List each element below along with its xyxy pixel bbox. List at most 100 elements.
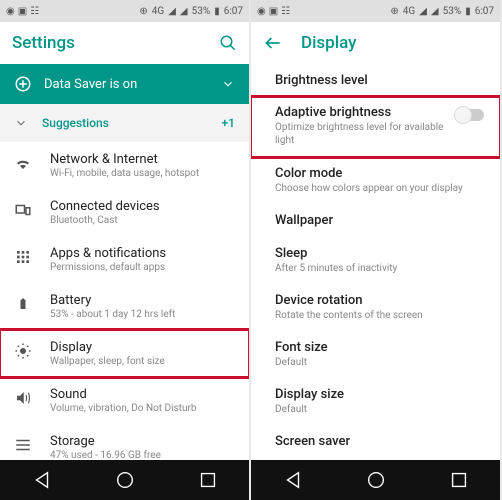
- back-icon[interactable]: [263, 33, 283, 53]
- item-title: Font size: [275, 340, 484, 355]
- item-title: Battery: [50, 293, 235, 308]
- item-title: Device rotation: [275, 293, 484, 308]
- data-saver-icon: [14, 75, 32, 93]
- signal-icon: ◢: [431, 6, 439, 17]
- chevron-down-icon: [14, 116, 28, 130]
- list-item-apps[interactable]: Apps & notificationsPermissions, default…: [0, 236, 249, 283]
- list-item-display-size[interactable]: Display size Default: [251, 378, 500, 425]
- item-sub: 53% - about 1 day 12 hrs left: [50, 309, 235, 320]
- page-title: Settings: [12, 33, 219, 53]
- suggestions-count: +1: [222, 116, 235, 130]
- back-button[interactable]: [282, 469, 304, 491]
- clock: 6:07: [475, 6, 494, 17]
- sound-icon: [14, 389, 32, 407]
- banner-text: Data Saver is on: [44, 77, 137, 92]
- data-saver-icon: ⊕: [139, 6, 147, 17]
- list-item-sleep[interactable]: Sleep After 5 minutes of inactivity: [251, 237, 500, 284]
- item-title: Network & Internet: [50, 152, 235, 167]
- battery-icon: [14, 295, 32, 313]
- item-title: Wallpaper: [275, 213, 484, 228]
- notification-icon: ▣: [18, 6, 27, 17]
- item-title: Screen saver: [275, 434, 484, 449]
- item-sub: After 5 minutes of inactivity: [275, 262, 484, 275]
- list-item-wallpaper[interactable]: Wallpaper: [251, 204, 500, 237]
- item-title: Adaptive brightness: [275, 105, 456, 120]
- app-bar: Display: [251, 22, 500, 64]
- list-item-screensaver[interactable]: Screen saver: [251, 425, 500, 451]
- item-sub: 47% used - 16.96 GB free: [50, 450, 235, 460]
- app-bar: Settings: [0, 22, 249, 64]
- item-sub: Bluetooth, Cast: [50, 215, 235, 226]
- list-item-adaptive-brightness[interactable]: Adaptive brightness Optimize brightness …: [251, 97, 500, 157]
- list-item-color-mode[interactable]: Color mode Choose how colors appear on y…: [251, 157, 500, 204]
- nav-bar: [251, 460, 500, 500]
- item-sub: Wallpaper, sleep, font size: [50, 356, 235, 367]
- list-item-storage[interactable]: Storage47% used - 16.96 GB free: [0, 424, 249, 460]
- apps-icon: [14, 248, 32, 266]
- list-item-brightness[interactable]: Brightness level: [251, 64, 500, 97]
- brightness-icon: [14, 342, 32, 360]
- notification-icon: ▣: [269, 6, 278, 17]
- item-title: Connected devices: [50, 199, 235, 214]
- home-button[interactable]: [365, 469, 387, 491]
- item-title: Brightness level: [275, 73, 484, 88]
- item-title: Color mode: [275, 166, 484, 181]
- signal-icon: ◢: [419, 6, 427, 17]
- suggestions-label: Suggestions: [42, 116, 109, 130]
- home-button[interactable]: [114, 469, 136, 491]
- network-type: 4G: [152, 6, 164, 17]
- notification-icon: ☷: [281, 6, 290, 17]
- item-sub: Wi-Fi, mobile, data usage, hotspot: [50, 168, 235, 179]
- item-sub: Default: [275, 356, 484, 369]
- recents-button[interactable]: [448, 469, 470, 491]
- battery-pct: 53%: [443, 6, 462, 17]
- list-item-battery[interactable]: Battery53% - about 1 day 12 hrs left: [0, 283, 249, 330]
- network-type: 4G: [403, 6, 415, 17]
- item-sub: Choose how colors appear on your display: [275, 182, 484, 195]
- item-sub: Volume, vibration, Do Not Disturb: [50, 403, 235, 414]
- storage-icon: [14, 436, 32, 454]
- list-item-font-size[interactable]: Font size Default: [251, 331, 500, 378]
- list-item-sound[interactable]: SoundVolume, vibration, Do Not Disturb: [0, 377, 249, 424]
- data-saver-banner[interactable]: Data Saver is on: [0, 64, 249, 104]
- search-icon[interactable]: [219, 34, 237, 52]
- item-title: Display: [50, 340, 235, 355]
- battery-icon: ▮: [465, 6, 471, 17]
- item-title: Apps & notifications: [50, 246, 235, 261]
- item-title: Display size: [275, 387, 484, 402]
- item-title: Storage: [50, 434, 235, 449]
- chevron-down-icon: [221, 77, 235, 91]
- display-list: Brightness level Adaptive brightness Opt…: [251, 64, 500, 460]
- battery-pct: 53%: [192, 6, 211, 17]
- item-title: Sleep: [275, 246, 484, 261]
- clock: 6:07: [224, 6, 243, 17]
- signal-icon: ◢: [180, 6, 188, 17]
- list-item-rotation[interactable]: Device rotation Rotate the contents of t…: [251, 284, 500, 331]
- back-button[interactable]: [31, 469, 53, 491]
- notification-icon: ☷: [30, 6, 39, 17]
- settings-list: Network & InternetWi-Fi, mobile, data us…: [0, 142, 249, 460]
- recents-button[interactable]: [197, 469, 219, 491]
- status-bar: ◉ ▣ ☷ ⊕ 4G ◢ ◢ 53% ▮ 6:07: [251, 0, 500, 22]
- data-saver-icon: ⊕: [390, 6, 398, 17]
- nav-bar: [0, 460, 249, 500]
- phone-right: ◉ ▣ ☷ ⊕ 4G ◢ ◢ 53% ▮ 6:07 Display Bright…: [251, 0, 500, 500]
- item-sub: Default: [275, 403, 484, 416]
- status-bar: ◉ ▣ ☷ ⊕ 4G ◢ ◢ 53% ▮ 6:07: [0, 0, 249, 22]
- item-sub: Optimize brightness level for available …: [275, 121, 456, 147]
- whatsapp-icon: ◉: [257, 6, 266, 17]
- item-sub: Permissions, default apps: [50, 262, 235, 273]
- whatsapp-icon: ◉: [6, 6, 15, 17]
- signal-icon: ◢: [168, 6, 176, 17]
- item-title: Sound: [50, 387, 235, 402]
- suggestions-row[interactable]: Suggestions +1: [0, 104, 249, 142]
- toggle-switch[interactable]: [456, 109, 484, 121]
- list-item-display[interactable]: DisplayWallpaper, sleep, font size: [0, 330, 249, 377]
- phone-left: ◉ ▣ ☷ ⊕ 4G ◢ ◢ 53% ▮ 6:07 Settings Data …: [0, 0, 249, 500]
- list-item-network[interactable]: Network & InternetWi-Fi, mobile, data us…: [0, 142, 249, 189]
- devices-icon: [14, 201, 32, 219]
- item-sub: Rotate the contents of the screen: [275, 309, 484, 322]
- list-item-devices[interactable]: Connected devicesBluetooth, Cast: [0, 189, 249, 236]
- wifi-icon: [14, 154, 32, 172]
- page-title: Display: [301, 33, 488, 53]
